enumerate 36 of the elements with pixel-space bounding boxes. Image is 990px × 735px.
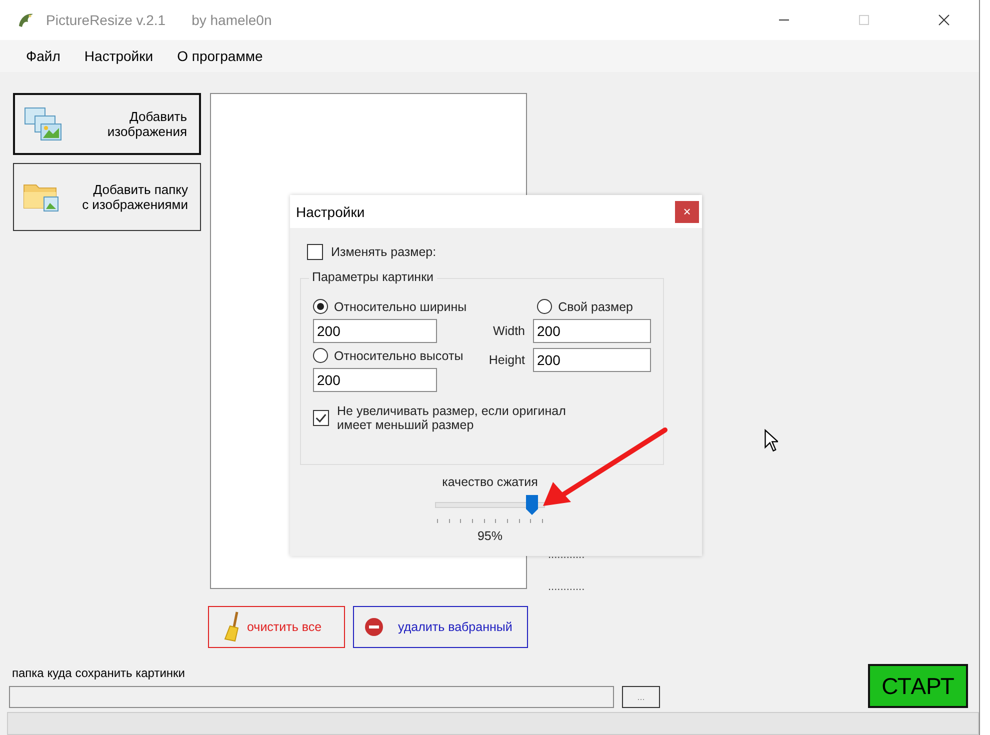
- resize-checkbox[interactable]: Изменять размер:: [307, 244, 690, 260]
- quality-slider[interactable]: [435, 493, 545, 525]
- width-label: Width: [493, 324, 525, 338]
- author-label: by hamele0n: [192, 12, 272, 28]
- add-button[interactable]: Добавить изображения: [13, 93, 201, 155]
- mouse-cursor-icon: [764, 429, 778, 452]
- height-field[interactable]: 200: [533, 348, 651, 372]
- quality-value: 95%: [477, 529, 503, 543]
- folder-path-field[interactable]: [9, 686, 614, 708]
- clear-button[interactable]: очистить все: [208, 606, 345, 648]
- checkmark-icon: [314, 411, 328, 425]
- width-radio[interactable]: Относительно ширины: [313, 299, 467, 314]
- height-label: Height: [488, 353, 525, 367]
- window-title: PictureResize v.2.1: [46, 12, 166, 28]
- status-label: ............: [548, 581, 585, 593]
- add-button[interactable]: Добавить папку с изображениями: [13, 163, 201, 231]
- pictures-icon: [23, 106, 63, 142]
- menu-item[interactable]: Настройки: [84, 48, 154, 64]
- minus-circle-icon: [364, 617, 384, 637]
- width-field[interactable]: 200: [533, 319, 651, 343]
- close-icon[interactable]: [938, 14, 950, 26]
- menu-item[interactable]: О программе: [177, 48, 263, 64]
- custom-size-radio[interactable]: Свой размер: [537, 299, 633, 314]
- remove-button[interactable]: удалить вабранный: [353, 606, 528, 648]
- menu-item[interactable]: Файл: [26, 48, 60, 64]
- height-ratio-field[interactable]: 200: [313, 368, 437, 392]
- status-label: ............: [548, 549, 585, 561]
- no-upscale-checkbox[interactable]: Не увеличивать размер, если оригинал имеет меньший размер: [313, 404, 651, 433]
- folder-label: папка куда сохранить картинки: [11, 666, 186, 680]
- group-title: Параметры картинки: [309, 270, 437, 284]
- start-button[interactable]: СТАРТ: [868, 664, 968, 708]
- dialog-title: Настройки: [296, 204, 365, 220]
- quality-label: качество сжатия: [442, 475, 538, 489]
- height-radio[interactable]: Относительно высоты: [313, 348, 467, 363]
- width-ratio-field[interactable]: 200: [313, 319, 437, 343]
- close-button[interactable]: ×: [675, 200, 699, 222]
